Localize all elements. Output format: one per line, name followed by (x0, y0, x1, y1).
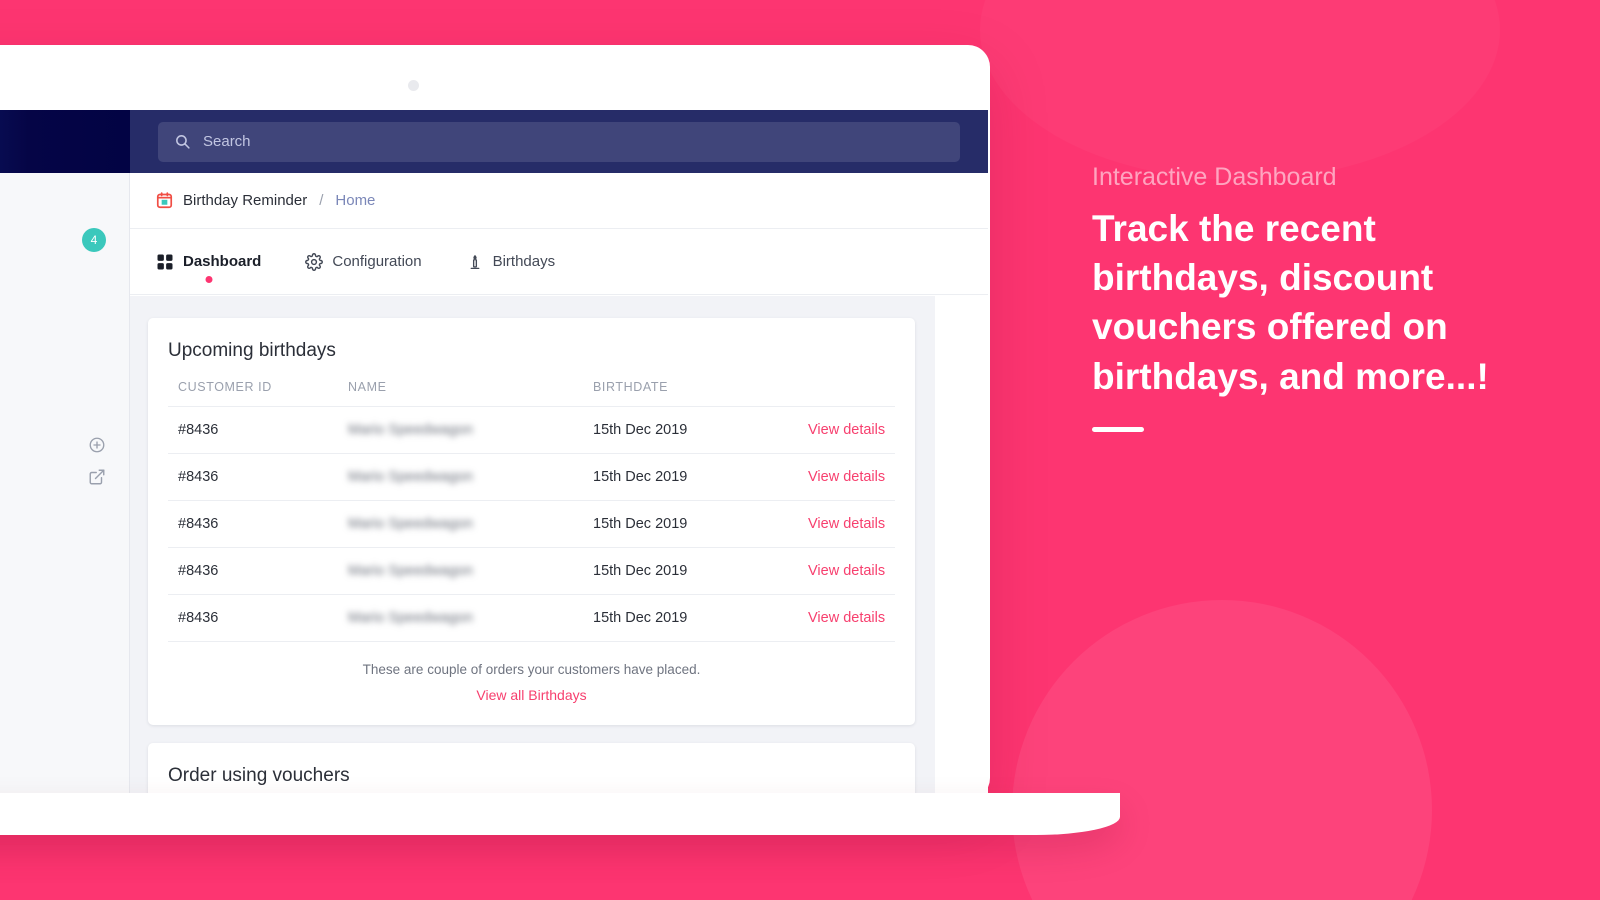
app-content: s 4 ers ts ELS (0, 173, 988, 793)
plus-circle-icon[interactable] (88, 436, 106, 454)
customer-name-blurred: Mario Speedwagon (348, 563, 473, 579)
breadcrumb-separator: / (319, 192, 324, 209)
breadcrumb: Birthday Reminder / Home (130, 173, 988, 229)
customer-name-blurred: Mario Speedwagon (348, 516, 473, 532)
customer-name-blurred: Mario Speedwagon (348, 610, 473, 626)
tab-label: Birthdays (492, 253, 556, 270)
table-row[interactable]: #8436 Mario Speedwagon 15th Dec 2019 Vie… (168, 500, 895, 548)
cell-customer-id: #8436 (168, 453, 338, 501)
sidebar-item-products[interactable]: ts (0, 354, 106, 371)
table-row[interactable]: #8436 Mario Speedwagon 15th Dec 2019 Vie… (168, 547, 895, 595)
promo-eyebrow: Interactive Dashboard (1092, 163, 1337, 191)
search-icon (174, 133, 191, 150)
dashboard-scroll-area[interactable]: Upcoming birthdays CUSTOMER ID NAME BIRT… (130, 296, 935, 793)
candle-icon (466, 253, 484, 271)
cell-customer-id: #8436 (168, 500, 338, 548)
app-topbar: Search (0, 110, 988, 173)
view-details-link[interactable]: View details (808, 516, 885, 532)
card-title: Order using vouchers (168, 765, 350, 786)
gear-icon (305, 252, 324, 271)
tab-label: Configuration (332, 253, 422, 270)
cell-name: Mario Speedwagon (338, 453, 583, 501)
view-details-link[interactable]: View details (808, 422, 885, 438)
cell-birthdate: 15th Dec 2019 (583, 406, 798, 454)
cell-name: Mario Speedwagon (338, 547, 583, 595)
column-header-action (798, 380, 895, 407)
table-row[interactable]: #8436 Mario Speedwagon 15th Dec 2019 Vie… (168, 594, 895, 642)
cell-customer-id: #8436 (168, 547, 338, 595)
tab-birthdays[interactable]: Birthdays (466, 229, 556, 295)
view-details-link[interactable]: View details (808, 610, 885, 626)
view-all-birthdays-link[interactable]: View all Birthdays (476, 687, 586, 703)
customer-name-blurred: Mario Speedwagon (348, 422, 473, 438)
calendar-icon (156, 192, 173, 209)
laptop-mockup: Search s 4 ers ts ELS (0, 45, 1120, 835)
breadcrumb-app-label[interactable]: Birthday Reminder (183, 192, 307, 209)
topbar-main-area: Search (130, 110, 988, 173)
cell-birthdate: 15th Dec 2019 (583, 453, 798, 501)
sidebar-item-orders[interactable]: s 4 (0, 228, 106, 252)
card-upcoming-birthdays: Upcoming birthdays CUSTOMER ID NAME BIRT… (148, 318, 915, 725)
tab-dashboard[interactable]: Dashboard (156, 229, 261, 295)
sidebar-section-channels: ELS (0, 436, 106, 454)
cell-name: Mario Speedwagon (338, 594, 583, 642)
grid-icon (156, 253, 174, 271)
tab-bar: Dashboard Configuration Birthdays (130, 229, 988, 295)
customer-name-blurred: Mario Speedwagon (348, 469, 473, 485)
cell-name: Mario Speedwagon (338, 406, 583, 454)
cell-name: Mario Speedwagon (338, 500, 583, 548)
cell-birthdate: 15th Dec 2019 (583, 547, 798, 595)
background-blob-right (1012, 600, 1432, 900)
sidebar-item-badge: 4 (82, 228, 106, 252)
tab-label: Dashboard (183, 253, 262, 270)
card-order-using-vouchers: Order using vouchers (148, 743, 915, 793)
birthdays-table: CUSTOMER ID NAME BIRTHDATE #8436 Mario S… (168, 380, 895, 642)
sidebar-item-customers[interactable]: ers (0, 291, 106, 308)
external-link-icon[interactable] (88, 468, 106, 486)
promo-block: Interactive Dashboard Track the recent b… (1092, 163, 1532, 432)
cell-birthdate: 15th Dec 2019 (583, 594, 798, 642)
view-details-link[interactable]: View details (808, 563, 885, 579)
card-footer-note: These are couple of orders your customer… (362, 662, 701, 677)
promo-underline-rule (1092, 426, 1144, 432)
search-placeholder-text: Search (203, 133, 251, 150)
main-panel: Birthday Reminder / Home Dashboard Confi… (130, 173, 988, 793)
sidebar: s 4 ers ts ELS (0, 173, 130, 793)
search-input[interactable]: Search (158, 121, 960, 162)
cell-customer-id: #8436 (168, 406, 338, 454)
table-row[interactable]: #8436 Mario Speedwagon 15th Dec 2019 Vie… (168, 453, 895, 501)
tab-active-indicator (205, 275, 213, 283)
laptop-screen: Search s 4 ers ts ELS (0, 110, 988, 793)
column-header-customer-id: CUSTOMER ID (168, 380, 338, 407)
tab-configuration[interactable]: Configuration (305, 229, 422, 295)
cell-birthdate: 15th Dec 2019 (583, 500, 798, 548)
topbar-logo-area[interactable] (0, 110, 130, 173)
webcam-dot-icon (408, 80, 419, 91)
column-header-name: NAME (338, 380, 583, 407)
column-header-birthdate: BIRTHDATE (583, 380, 798, 407)
sidebar-item-online-store[interactable]: tore (0, 468, 106, 486)
cell-customer-id: #8436 (168, 594, 338, 642)
breadcrumb-current-label: Home (335, 192, 376, 209)
promo-headline: Track the recent birthdays, discount vou… (1092, 208, 1489, 397)
view-details-link[interactable]: View details (808, 469, 885, 485)
table-header-row: CUSTOMER ID NAME BIRTHDATE (168, 380, 895, 407)
background-blob-top (980, 0, 1500, 180)
card-title: Upcoming birthdays (168, 340, 336, 361)
card-footer: These are couple of orders your customer… (168, 642, 895, 705)
laptop-base (0, 793, 1120, 835)
table-row[interactable]: #8436 Mario Speedwagon 15th Dec 2019 Vie… (168, 406, 895, 454)
